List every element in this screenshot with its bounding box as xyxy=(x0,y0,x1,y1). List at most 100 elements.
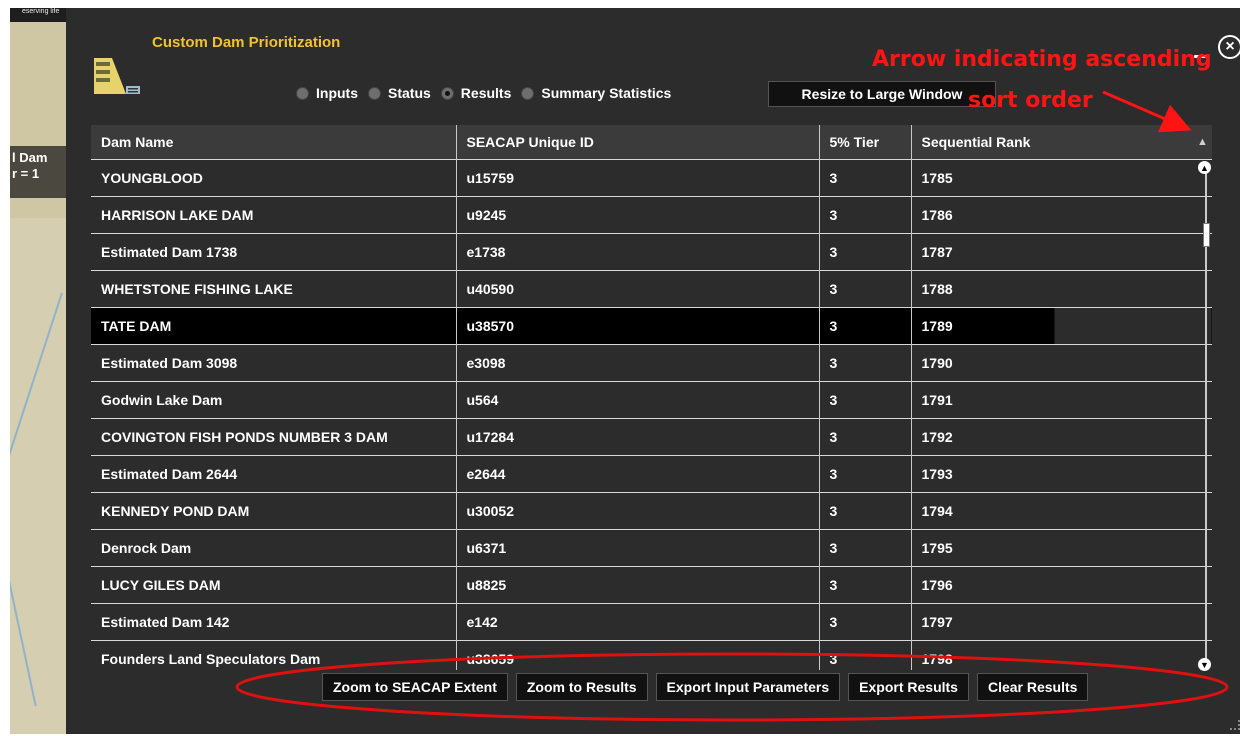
seacap-id-cell: u40590 xyxy=(456,270,820,308)
dam-name-cell: HARRISON LAKE DAM xyxy=(91,196,457,234)
dam-name-cell: KENNEDY POND DAM xyxy=(91,492,457,530)
radio-button-selected[interactable] xyxy=(440,86,454,100)
scroll-down-icon[interactable]: ▼ xyxy=(1198,658,1211,671)
radio-label: Results xyxy=(460,85,512,101)
dam-name-cell: TATE DAM xyxy=(91,307,457,345)
radio-label: Summary Statistics xyxy=(541,85,672,101)
tier-cell: 3 xyxy=(819,529,912,567)
table-row[interactable]: Estimated Dam 3098 e3098 3 1790 xyxy=(91,344,1212,382)
sequential-rank-cell: 1785 xyxy=(911,159,1212,197)
seacap-id-cell: u38570 xyxy=(456,307,820,345)
seacap-id-cell: u564 xyxy=(456,381,820,419)
table-header-row: Dam Name SEACAP Unique ID 5% Tier Sequen… xyxy=(91,125,1212,160)
radio-summary-statistics[interactable]: Summary Statistics xyxy=(521,85,671,101)
seacap-id-cell: u15759 xyxy=(456,159,820,197)
tier-cell: 3 xyxy=(819,455,912,493)
radio-button[interactable] xyxy=(296,86,309,100)
sort-ascending-icon[interactable]: ▲ xyxy=(1197,136,1208,148)
table-row[interactable]: YOUNGBLOOD u15759 3 1785 xyxy=(91,159,1212,197)
map-popup-line: l Dam xyxy=(12,150,48,165)
app-frame: eserving life l Dam r = 1 Custom Dam Pri… xyxy=(10,8,1240,734)
table-row[interactable]: Estimated Dam 2644 e2644 3 1793 xyxy=(91,455,1212,493)
resize-to-large-window-button[interactable]: Resize to Large Window xyxy=(768,81,996,107)
dam-logo-icon xyxy=(94,58,140,94)
tier-cell: 3 xyxy=(819,159,912,197)
dam-name-cell: LUCY GILES DAM xyxy=(91,566,457,604)
sequential-rank-cell: 1796 xyxy=(911,566,1212,604)
table-row-selected[interactable]: TATE DAM u38570 3 1789 xyxy=(91,307,1212,345)
tier-cell: 3 xyxy=(819,196,912,234)
dam-name-cell: Founders Land Speculators Dam xyxy=(91,640,457,670)
tier-cell: 3 xyxy=(819,307,912,345)
seacap-id-cell: e3098 xyxy=(456,344,820,382)
tier-cell: 3 xyxy=(819,381,912,419)
column-header-tier[interactable]: 5% Tier xyxy=(819,125,912,160)
clear-results-button[interactable]: Clear Results xyxy=(976,673,1089,701)
export-results-button[interactable]: Export Results xyxy=(848,673,969,701)
scrollbar-thumb[interactable] xyxy=(1203,223,1210,247)
table-row[interactable]: Estimated Dam 1738 e1738 3 1787 xyxy=(91,233,1212,271)
action-button-row: Zoom to SEACAP Extent Zoom to Results Ex… xyxy=(322,673,1089,701)
dam-name-cell: Estimated Dam 2644 xyxy=(91,455,457,493)
radio-button[interactable] xyxy=(368,86,381,100)
dam-name-cell: Estimated Dam 3098 xyxy=(91,344,457,382)
scroll-up-icon[interactable]: ▲ xyxy=(1198,161,1211,174)
radio-status[interactable]: Status xyxy=(368,85,431,101)
table-row[interactable]: HARRISON LAKE DAM u9245 3 1786 xyxy=(91,196,1212,234)
seacap-id-cell: u8825 xyxy=(456,566,820,604)
sequential-rank-cell: 1791 xyxy=(911,381,1212,419)
table-row[interactable]: LUCY GILES DAM u8825 3 1796 xyxy=(91,566,1212,604)
sequential-rank-cell: 1794 xyxy=(911,492,1212,530)
seacap-id-cell: u6371 xyxy=(456,529,820,567)
table-row[interactable]: Founders Land Speculators Dam u38659 3 1798 xyxy=(91,640,1212,670)
resize-grip-icon[interactable] xyxy=(1230,720,1240,730)
window-title: Custom Dam Prioritization xyxy=(152,34,341,51)
custom-dam-prioritization-panel: Custom Dam Prioritization Inputs Status … xyxy=(72,8,1240,734)
sequential-rank-cell: 1793 xyxy=(911,455,1212,493)
column-header-dam-name[interactable]: Dam Name xyxy=(91,125,457,160)
results-table: Dam Name SEACAP Unique ID 5% Tier Sequen… xyxy=(91,125,1212,670)
tier-cell: 3 xyxy=(819,492,912,530)
dam-name-cell: WHETSTONE FISHING LAKE xyxy=(91,270,457,308)
sequential-rank-cell: 1795 xyxy=(911,529,1212,567)
seacap-id-cell: e2644 xyxy=(456,455,820,493)
seacap-id-cell: u9245 xyxy=(456,196,820,234)
tier-cell: 3 xyxy=(819,418,912,456)
view-radio-group: Inputs Status Results Summary Statistics xyxy=(296,85,681,101)
tier-cell: 3 xyxy=(819,270,912,308)
sequential-rank-cell: 1786 xyxy=(911,196,1212,234)
map-popup-line: r = 1 xyxy=(12,166,40,181)
table-row[interactable]: WHETSTONE FISHING LAKE u40590 3 1788 xyxy=(91,270,1212,308)
column-header-sequential-rank[interactable]: Sequential Rank xyxy=(911,125,1212,160)
sequential-rank-cell: 1797 xyxy=(911,603,1212,641)
zoom-to-seacap-extent-button[interactable]: Zoom to SEACAP Extent xyxy=(322,673,508,701)
seacap-id-cell: u30052 xyxy=(456,492,820,530)
dam-name-cell: Denrock Dam xyxy=(91,529,457,567)
dam-name-cell: Estimated Dam 142 xyxy=(91,603,457,641)
sequential-rank-cell: 1788 xyxy=(911,270,1212,308)
seacap-id-cell: e1738 xyxy=(456,233,820,271)
map-background[interactable]: eserving life l Dam r = 1 xyxy=(10,8,66,734)
radio-label: Status xyxy=(388,85,431,101)
sequential-rank-cell: 1790 xyxy=(911,344,1212,382)
table-row[interactable]: Godwin Lake Dam u564 3 1791 xyxy=(91,381,1212,419)
table-row[interactable]: Estimated Dam 142 e142 3 1797 xyxy=(91,603,1212,641)
dam-name-cell: Godwin Lake Dam xyxy=(91,381,457,419)
export-input-parameters-button[interactable]: Export Input Parameters xyxy=(655,673,841,701)
tier-cell: 3 xyxy=(819,603,912,641)
tier-cell: 3 xyxy=(819,344,912,382)
radio-button[interactable] xyxy=(521,86,535,100)
table-row[interactable]: KENNEDY POND DAM u30052 3 1794 xyxy=(91,492,1212,530)
dam-name-cell: YOUNGBLOOD xyxy=(91,159,457,197)
seacap-id-cell: e142 xyxy=(456,603,820,641)
table-row[interactable]: COVINGTON FISH PONDS NUMBER 3 DAM u17284 3… xyxy=(91,418,1212,456)
table-row[interactable]: Denrock Dam u6371 3 1795 xyxy=(91,529,1212,567)
tier-cell: 3 xyxy=(819,233,912,271)
close-icon[interactable]: × xyxy=(1218,35,1240,59)
zoom-to-results-button[interactable]: Zoom to Results xyxy=(515,673,648,701)
radio-results[interactable]: Results xyxy=(440,85,512,101)
radio-inputs[interactable]: Inputs xyxy=(296,85,358,101)
column-header-seacap-unique-id[interactable]: SEACAP Unique ID xyxy=(456,125,820,160)
sequential-rank-cell: 1787 xyxy=(911,233,1212,271)
dam-name-cell: Estimated Dam 1738 xyxy=(91,233,457,271)
